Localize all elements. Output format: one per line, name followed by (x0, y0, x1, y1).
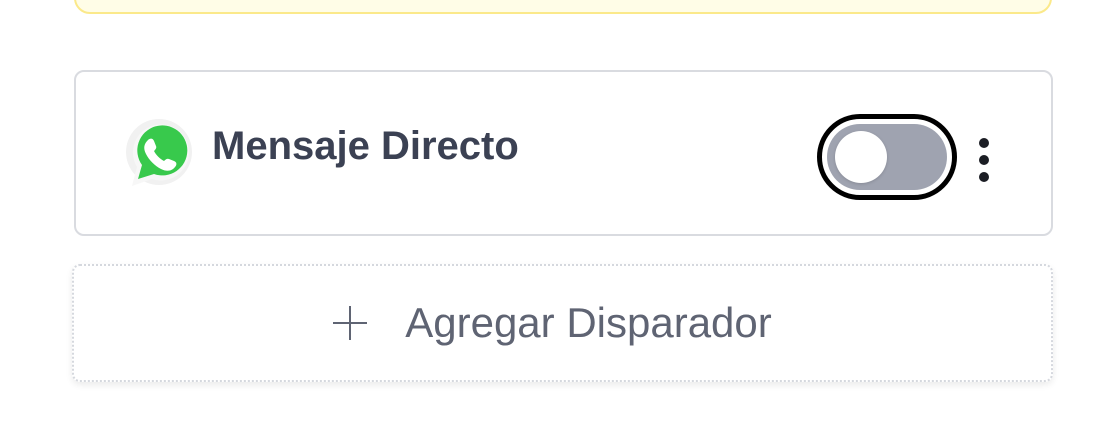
trigger-card: Mensaje Directo (74, 70, 1053, 236)
kebab-menu-icon[interactable] (970, 138, 998, 182)
add-trigger-button[interactable]: Agregar Disparador (72, 264, 1053, 382)
whatsapp-icon (122, 118, 192, 190)
canvas: Mensaje Directo Agregar Disparador (0, 0, 1100, 425)
trigger-enabled-toggle[interactable] (817, 114, 957, 200)
add-trigger-content: Agregar Disparador (333, 297, 772, 349)
toggle-track (827, 124, 947, 190)
kebab-dot (979, 138, 989, 148)
plus-icon (333, 306, 368, 340)
add-trigger-label: Agregar Disparador (405, 299, 772, 346)
trigger-title: Mensaje Directo (212, 124, 519, 168)
notice-card (74, 0, 1052, 14)
toggle-knob (835, 131, 887, 183)
kebab-dot (979, 155, 989, 165)
kebab-dot (979, 172, 989, 182)
